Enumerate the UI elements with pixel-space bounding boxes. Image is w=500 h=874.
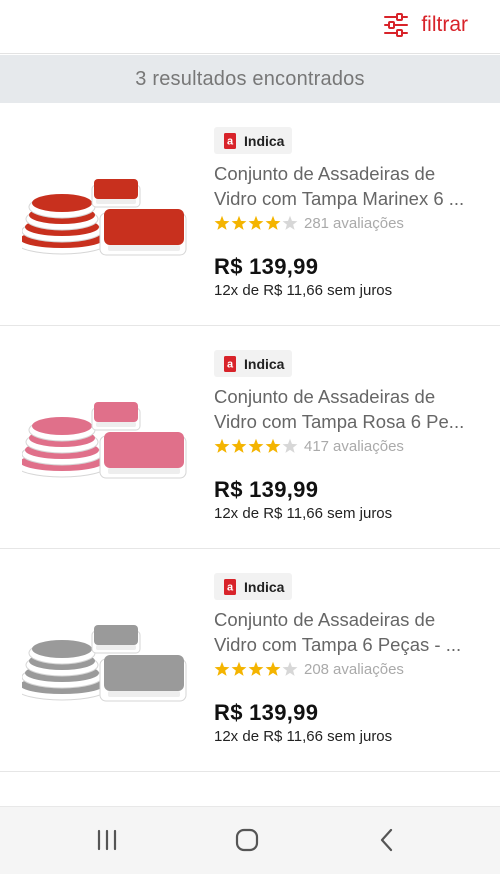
reviews-number: 417 xyxy=(304,437,330,455)
product-card[interactable]: a Indica Conjunto de Assadeiras de Vidro co… xyxy=(0,103,500,326)
star-empty-icon xyxy=(282,215,298,230)
product-image xyxy=(22,179,187,256)
store-logo-icon: a xyxy=(224,578,236,595)
reviews-count: 281 avaliações xyxy=(304,215,404,232)
product-title-line: Vidro com Tampa Rosa 6 Pe... xyxy=(214,411,465,432)
star-filled-icon xyxy=(231,215,247,230)
svg-text:a: a xyxy=(227,581,234,593)
star-filled-icon xyxy=(248,661,264,676)
star-filled-icon xyxy=(231,661,247,676)
indica-badge: a Indica xyxy=(214,350,293,377)
indica-badge: a Indica xyxy=(214,573,293,600)
store-logo-icon: a xyxy=(224,132,236,149)
product-rating: 417 avaliações xyxy=(214,436,484,456)
product-title[interactable]: Conjunto de Assadeiras de Vidro com Tampa… xyxy=(214,161,484,211)
star-filled-icon xyxy=(248,215,264,230)
product-title-line: Conjunto de Assadeiras de xyxy=(214,386,436,407)
product-image xyxy=(22,625,187,702)
star-filled-icon xyxy=(214,215,230,230)
rating-stars xyxy=(214,661,298,677)
star-filled-icon xyxy=(248,438,264,453)
product-title-line: Vidro com Tampa Marinex 6 ... xyxy=(214,188,465,209)
product-title-line: Conjunto de Assadeiras de xyxy=(214,163,436,184)
star-filled-icon xyxy=(214,661,230,676)
product-title-line: Vidro com Tampa 6 Peças - ... xyxy=(214,634,462,655)
badge-label: Indica xyxy=(244,132,285,149)
system-navigation-bar xyxy=(0,806,500,874)
product-price: R$ 139,99 xyxy=(214,477,319,502)
product-rating: 281 avaliações xyxy=(214,213,484,233)
home-icon[interactable] xyxy=(234,827,260,853)
installment-info: 12x de R$ 11,66 sem juros xyxy=(214,728,393,745)
badge-label: Indica xyxy=(244,355,285,372)
star-filled-icon xyxy=(231,438,247,453)
product-info: a Indica Conjunto de Assadeiras de Vidro co… xyxy=(214,573,484,745)
installment-info: 12x de R$ 11,66 sem juros xyxy=(214,505,393,522)
rating-stars xyxy=(214,438,298,454)
reviews-number: 281 xyxy=(304,214,330,232)
results-summary-bar: 3 resultados encontrados xyxy=(0,55,500,103)
reviews-label: avaliações xyxy=(333,660,404,678)
product-title[interactable]: Conjunto de Assadeiras de Vidro com Tampa… xyxy=(214,384,484,434)
star-filled-icon xyxy=(265,661,281,676)
results-count-text: 3 resultados encontrados xyxy=(135,67,365,90)
reviews-count: 208 avaliações xyxy=(304,661,404,678)
badge-label: Indica xyxy=(244,578,285,595)
filter-label: filtrar xyxy=(421,13,468,36)
reviews-label: avaliações xyxy=(333,214,404,232)
top-bar: filtrar xyxy=(0,0,500,54)
reviews-number: 208 xyxy=(304,660,330,678)
product-card[interactable]: a Indica Conjunto de Assadeiras de Vidro co… xyxy=(0,549,500,772)
filter-button[interactable]: filtrar xyxy=(383,10,468,40)
product-card[interactable]: a Indica Conjunto de Assadeiras de Vidro co… xyxy=(0,326,500,549)
back-icon[interactable] xyxy=(374,827,400,853)
product-title[interactable]: Conjunto de Assadeiras de Vidro com Tampa… xyxy=(214,607,484,657)
product-rating: 208 avaliações xyxy=(214,659,484,679)
reviews-label: avaliações xyxy=(333,437,404,455)
reviews-count: 417 avaliações xyxy=(304,438,404,455)
product-image xyxy=(22,402,187,479)
star-empty-icon xyxy=(282,661,298,676)
indica-badge: a Indica xyxy=(214,127,293,154)
product-price: R$ 139,99 xyxy=(214,254,319,279)
recent-apps-icon[interactable] xyxy=(94,827,120,853)
star-empty-icon xyxy=(282,438,298,453)
product-price: R$ 139,99 xyxy=(214,700,319,725)
star-filled-icon xyxy=(265,215,281,230)
store-logo-icon: a xyxy=(224,355,236,372)
product-info: a Indica Conjunto de Assadeiras de Vidro co… xyxy=(214,350,484,522)
sliders-icon xyxy=(384,13,409,37)
svg-text:a: a xyxy=(227,135,234,147)
star-filled-icon xyxy=(265,438,281,453)
star-filled-icon xyxy=(214,438,230,453)
rating-stars xyxy=(214,215,298,231)
product-title-line: Conjunto de Assadeiras de xyxy=(214,609,436,630)
svg-text:a: a xyxy=(227,358,234,370)
installment-info: 12x de R$ 11,66 sem juros xyxy=(214,282,393,299)
product-list: a Indica Conjunto de Assadeiras de Vidro co… xyxy=(0,103,500,772)
product-info: a Indica Conjunto de Assadeiras de Vidro co… xyxy=(214,127,484,299)
